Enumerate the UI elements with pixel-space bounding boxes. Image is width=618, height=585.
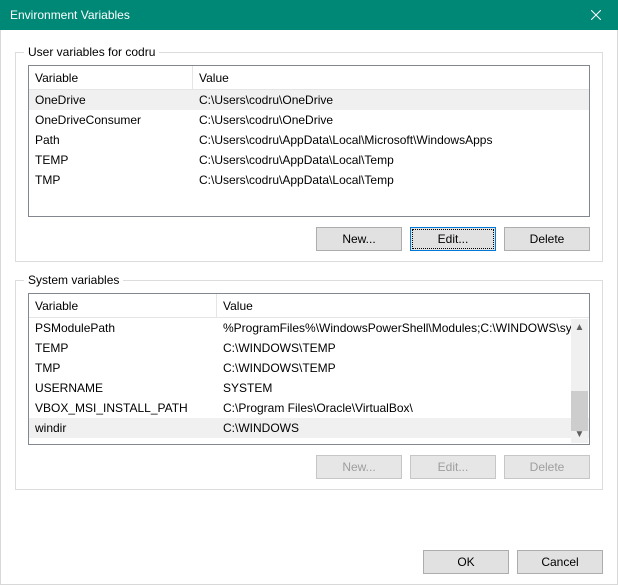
row-variable: OneDriveConsumer — [29, 113, 193, 127]
system-edit-button[interactable]: Edit... — [410, 455, 496, 479]
scroll-up-icon[interactable]: ▲ — [571, 319, 588, 336]
table-row[interactable]: windirC:\WINDOWS — [29, 418, 589, 438]
row-value: C:\Users\codru\AppData\Local\Microsoft\W… — [193, 133, 589, 147]
user-group-legend: User variables for codru — [24, 45, 159, 59]
system-list-header: Variable Value — [29, 294, 589, 318]
table-row[interactable]: OneDriveConsumerC:\Users\codru\OneDrive — [29, 110, 589, 130]
user-variables-group: User variables for codru Variable Value … — [15, 52, 603, 262]
row-value: C:\Users\codru\OneDrive — [193, 93, 589, 107]
row-value: C:\WINDOWS\TEMP — [217, 361, 589, 375]
system-scrollbar[interactable]: ▲ ▼ — [571, 319, 588, 443]
user-header-value[interactable]: Value — [193, 66, 589, 89]
window-title: Environment Variables — [10, 8, 130, 22]
system-list-body: PSModulePath%ProgramFiles%\WindowsPowerS… — [29, 318, 589, 438]
user-list-header: Variable Value — [29, 66, 589, 90]
user-header-variable[interactable]: Variable — [29, 66, 193, 89]
user-delete-button[interactable]: Delete — [504, 227, 590, 251]
row-value: C:\WINDOWS\TEMP — [217, 341, 589, 355]
row-value: C:\Users\codru\AppData\Local\Temp — [193, 153, 589, 167]
dialog-button-row: OK Cancel — [15, 536, 603, 574]
table-row[interactable]: PathC:\Users\codru\AppData\Local\Microso… — [29, 130, 589, 150]
table-row[interactable]: TEMPC:\WINDOWS\TEMP — [29, 338, 589, 358]
system-delete-button[interactable]: Delete — [504, 455, 590, 479]
row-value: C:\Users\codru\OneDrive — [193, 113, 589, 127]
user-list-body: OneDriveC:\Users\codru\OneDriveOneDriveC… — [29, 90, 589, 190]
cancel-button[interactable]: Cancel — [517, 550, 603, 574]
system-new-button[interactable]: New... — [316, 455, 402, 479]
system-variables-group: System variables Variable Value PSModule… — [15, 280, 603, 490]
row-variable: TMP — [29, 173, 193, 187]
table-row[interactable]: VBOX_MSI_INSTALL_PATHC:\Program Files\Or… — [29, 398, 589, 418]
table-row[interactable]: PSModulePath%ProgramFiles%\WindowsPowerS… — [29, 318, 589, 338]
ok-button[interactable]: OK — [423, 550, 509, 574]
row-variable: PSModulePath — [29, 321, 217, 335]
system-header-value[interactable]: Value — [217, 294, 589, 317]
row-value: %ProgramFiles%\WindowsPowerShell\Modules… — [217, 321, 589, 335]
row-value: C:\WINDOWS — [217, 421, 589, 435]
user-new-button[interactable]: New... — [316, 227, 402, 251]
table-row[interactable]: TMPC:\Users\codru\AppData\Local\Temp — [29, 170, 589, 190]
user-button-row: New... Edit... Delete — [28, 227, 590, 251]
close-icon — [591, 10, 601, 20]
scroll-thumb[interactable] — [571, 391, 588, 431]
row-variable: TEMP — [29, 341, 217, 355]
table-row[interactable]: TEMPC:\Users\codru\AppData\Local\Temp — [29, 150, 589, 170]
dialog-content: User variables for codru Variable Value … — [0, 30, 618, 585]
table-row[interactable]: OneDriveC:\Users\codru\OneDrive — [29, 90, 589, 110]
table-row[interactable]: USERNAMESYSTEM — [29, 378, 589, 398]
row-variable: OneDrive — [29, 93, 193, 107]
table-row[interactable]: TMPC:\WINDOWS\TEMP — [29, 358, 589, 378]
user-edit-button[interactable]: Edit... — [410, 227, 496, 251]
row-variable: TMP — [29, 361, 217, 375]
row-value: SYSTEM — [217, 381, 589, 395]
system-header-variable[interactable]: Variable — [29, 294, 217, 317]
row-variable: windir — [29, 421, 217, 435]
row-variable: Path — [29, 133, 193, 147]
row-variable: USERNAME — [29, 381, 217, 395]
system-button-row: New... Edit... Delete — [28, 455, 590, 479]
titlebar: Environment Variables — [0, 0, 618, 30]
system-group-legend: System variables — [24, 273, 123, 287]
user-variables-list[interactable]: Variable Value OneDriveC:\Users\codru\On… — [28, 65, 590, 217]
row-value: C:\Program Files\Oracle\VirtualBox\ — [217, 401, 589, 415]
row-variable: VBOX_MSI_INSTALL_PATH — [29, 401, 217, 415]
system-variables-list[interactable]: Variable Value PSModulePath%ProgramFiles… — [28, 293, 590, 445]
row-value: C:\Users\codru\AppData\Local\Temp — [193, 173, 589, 187]
scroll-track[interactable] — [571, 336, 588, 426]
close-button[interactable] — [573, 0, 618, 30]
row-variable: TEMP — [29, 153, 193, 167]
